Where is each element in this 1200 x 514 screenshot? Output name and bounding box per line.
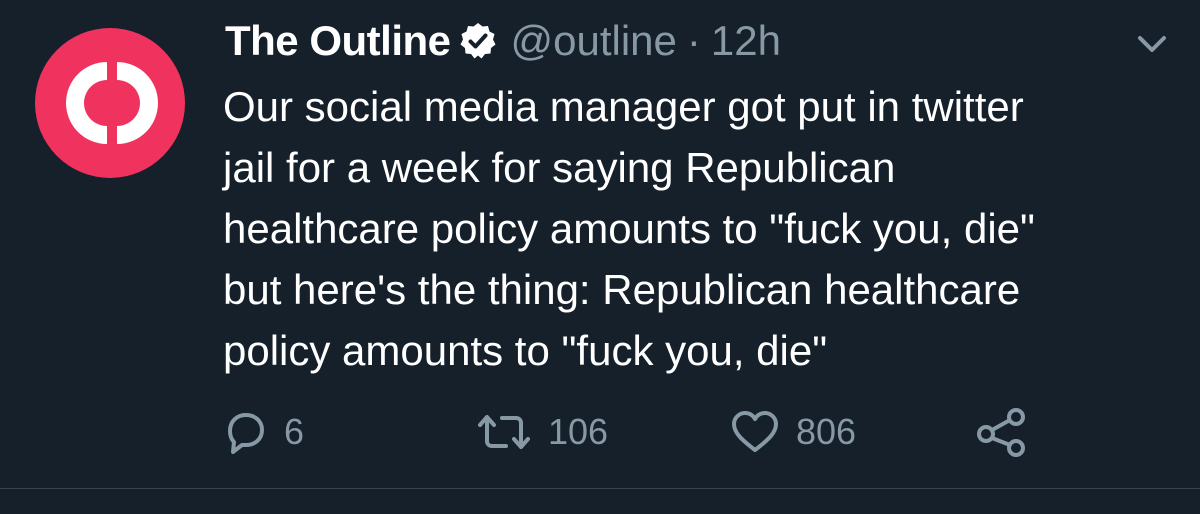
tweet-text: Our social media manager got put in twit…	[223, 83, 1035, 374]
verified-badge-icon	[459, 22, 497, 60]
tweet[interactable]: The Outline @outline · 12h Our social me…	[0, 0, 1200, 488]
separator-dot: ·	[686, 17, 701, 64]
reply-count: 6	[284, 411, 305, 452]
display-name[interactable]: The Outline	[225, 17, 451, 65]
outline-logo-icon	[66, 62, 158, 144]
tweet-header: The Outline @outline · 12h	[225, 12, 781, 70]
retweet-icon	[476, 409, 532, 455]
like-count: 806	[796, 411, 857, 452]
handle[interactable]: @outline	[511, 17, 677, 65]
heart-icon	[730, 409, 780, 455]
avatar[interactable]	[35, 28, 185, 178]
share-button[interactable]	[975, 404, 1029, 460]
reply-button[interactable]: 6	[222, 404, 304, 460]
divider	[0, 488, 1200, 489]
share-icon	[975, 407, 1029, 457]
reply-icon	[222, 409, 268, 455]
like-button[interactable]: 806	[730, 404, 856, 460]
retweet-button[interactable]: 106	[476, 404, 608, 460]
retweet-count: 106	[548, 411, 609, 452]
timestamp[interactable]: 12h	[711, 17, 781, 65]
chevron-down-icon[interactable]	[1130, 26, 1174, 62]
